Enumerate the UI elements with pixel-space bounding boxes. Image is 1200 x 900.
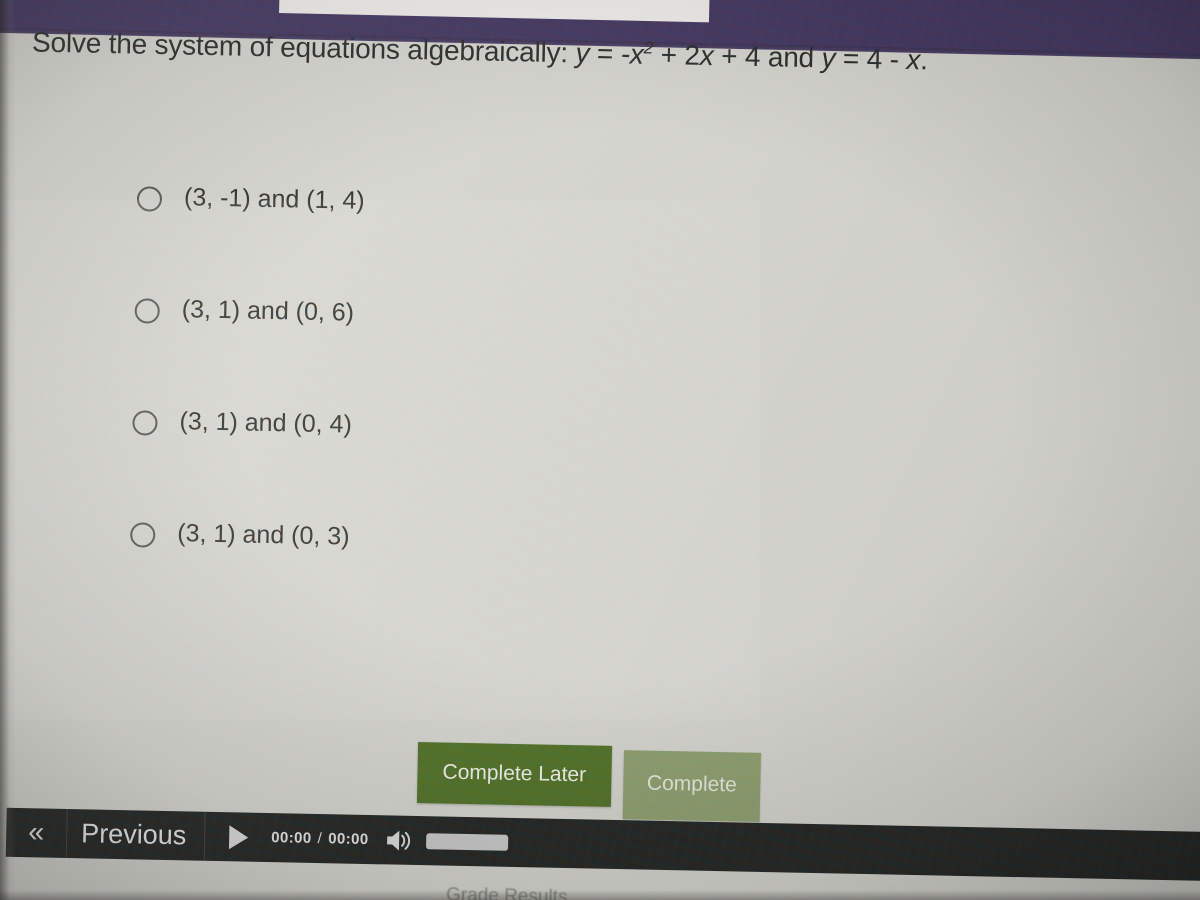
equation-1-equals: = (596, 37, 614, 70)
equation-1-term-a: -x (620, 38, 644, 70)
photo-of-screen: Solve the system of equations algebraica… (0, 0, 1200, 900)
equation-2-variable: x (906, 44, 921, 76)
radio-button-d[interactable] (129, 522, 156, 548)
current-time: 00:00 (271, 829, 312, 847)
option-label-a: (3, -1) and (1, 4) (183, 183, 365, 215)
option-label-d: (3, 1) and (0, 3) (177, 519, 350, 551)
question-conjunction: and (767, 41, 815, 74)
option-row-b[interactable]: (3, 1) and (0, 6) (133, 292, 835, 418)
previous-button[interactable]: Previous (66, 809, 206, 861)
double-chevron-left-icon[interactable]: « (5, 807, 68, 858)
question-prompt: Solve the system of equations algebraica… (32, 25, 1200, 82)
media-player-bar: « Previous 00:00 / 00:00 (5, 807, 1200, 882)
play-triangle-shape (228, 824, 248, 850)
speaker-icon[interactable] (384, 827, 415, 854)
equation-2-lhs: y (821, 42, 836, 74)
radio-button-a[interactable] (136, 186, 163, 212)
total-time: 00:00 (328, 830, 369, 849)
equation-2-term-a: 4 - (866, 43, 907, 76)
option-row-c[interactable]: (3, 1) and (0, 4) (131, 404, 833, 530)
option-row-d[interactable]: (3, 1) and (0, 3) (128, 516, 830, 642)
option-label-c: (3, 1) and (0, 4) (179, 407, 353, 439)
grade-results-footer-text: Grade Results (445, 884, 568, 900)
radio-button-b[interactable] (134, 298, 160, 324)
play-icon[interactable] (205, 812, 272, 862)
complete-button[interactable]: Complete (622, 750, 762, 822)
equation-1-term-b: + 2 (660, 39, 701, 71)
action-button-group: Complete Later Complete (416, 742, 762, 822)
equation-1-variable: x (699, 39, 714, 72)
equation-2-period: . (919, 44, 929, 76)
answer-options-list: (3, -1) and (1, 4) (3, 1) and (0, 6) (3,… (128, 180, 837, 642)
radio-button-c[interactable] (132, 410, 158, 436)
equation-2-equals: = (842, 42, 860, 75)
volume-slider[interactable] (426, 832, 509, 851)
time-separator: / (317, 830, 323, 848)
option-label-b: (3, 1) and (0, 6) (181, 295, 355, 327)
question-prompt-text: Solve the system of equations algebraica… (31, 26, 569, 69)
quiz-content: Solve the system of equations algebraica… (0, 0, 1200, 900)
complete-later-button[interactable]: Complete Later (416, 742, 612, 807)
equation-1-term-c: + 4 (720, 40, 761, 73)
equation-1-exponent: 2 (643, 37, 654, 58)
time-display: 00:00 / 00:00 (271, 829, 369, 848)
equation-1-lhs: y (575, 37, 590, 69)
option-row-a[interactable]: (3, -1) and (1, 4) (135, 180, 837, 306)
